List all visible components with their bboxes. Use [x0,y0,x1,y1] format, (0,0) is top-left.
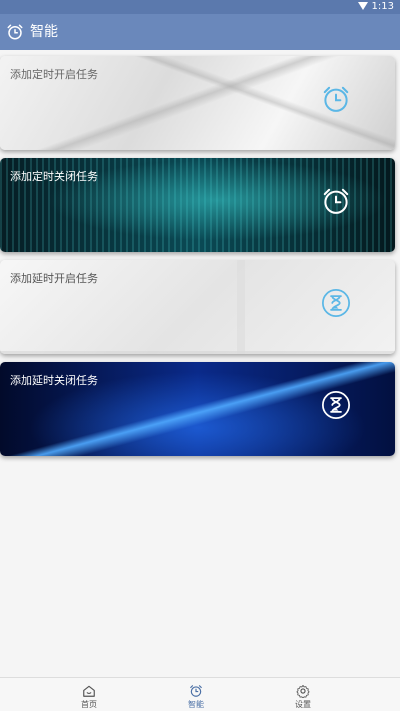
add-delayed-on-task-card[interactable]: 添加延时开启任务 [0,260,395,354]
wifi-icon [358,2,368,10]
card-label: 添加延时开启任务 [10,272,98,285]
tab-label: 设置 [295,700,311,709]
status-time: 1:13 [371,1,394,12]
card-label: 添加定时开启任务 [10,68,98,81]
alarm-clock-icon [323,86,349,112]
tab-label: 首页 [81,700,97,709]
hourglass-icon [322,391,350,419]
hourglass-icon [322,289,350,317]
gear-icon [296,685,310,698]
alarm-clock-icon [323,188,349,214]
add-timed-off-task-card[interactable]: 添加定时关闭任务 [0,158,395,252]
bottom-navigation: 首页 智能 设置 [0,677,400,711]
page-title: 智能 [30,24,58,40]
app-bar: 智能 [0,14,400,50]
tab-settings[interactable]: 设置 [273,678,333,711]
card-label: 添加定时关闭任务 [10,170,98,183]
home-icon [83,685,95,697]
alarm-clock-icon [7,24,23,40]
tab-home[interactable]: 首页 [59,678,119,711]
add-timed-on-task-card[interactable]: 添加定时开启任务 [0,56,395,150]
add-delayed-off-task-card[interactable]: 添加延时关闭任务 [0,362,395,456]
tab-label: 智能 [188,700,204,709]
status-bar: 1:13 [0,0,400,14]
card-label: 添加延时关闭任务 [10,374,98,387]
alarm-clock-icon [190,685,202,697]
tab-smart[interactable]: 智能 [166,678,226,711]
